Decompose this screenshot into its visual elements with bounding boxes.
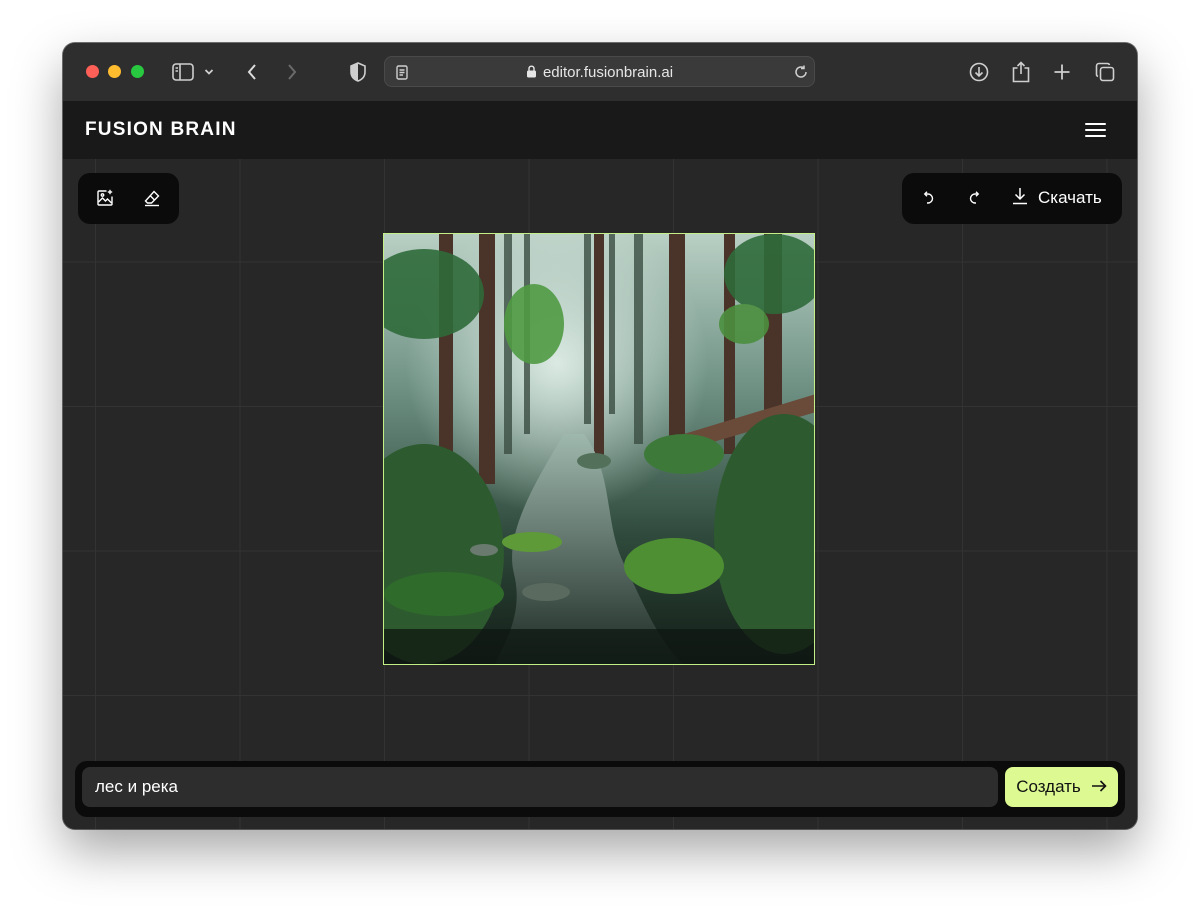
- tools-panel: [78, 173, 179, 224]
- back-icon[interactable]: [240, 60, 264, 84]
- lock-icon: [526, 65, 537, 82]
- close-window-button[interactable]: [86, 65, 99, 78]
- forest-river-image: [384, 234, 814, 664]
- actions-panel: Скачать: [902, 173, 1122, 224]
- browser-toolbar: editor.fusionbrain.ai: [63, 43, 1137, 102]
- url-display: editor.fusionbrain.ai: [385, 64, 814, 82]
- chevron-down-icon[interactable]: [202, 60, 216, 84]
- hamburger-menu-icon[interactable]: [1085, 121, 1107, 139]
- download-button[interactable]: Скачать: [1012, 186, 1102, 210]
- generated-image[interactable]: [383, 233, 815, 665]
- share-icon[interactable]: [1009, 60, 1033, 84]
- create-button[interactable]: Создать: [1005, 767, 1118, 807]
- undo-icon[interactable]: [916, 186, 940, 210]
- eraser-icon[interactable]: [140, 186, 164, 210]
- redo-icon[interactable]: [963, 186, 987, 210]
- maximize-window-button[interactable]: [131, 65, 144, 78]
- shield-icon[interactable]: [346, 60, 370, 84]
- forward-icon[interactable]: [280, 60, 304, 84]
- minimize-window-button[interactable]: [108, 65, 121, 78]
- download-icon: [1012, 187, 1028, 210]
- url-text: editor.fusionbrain.ai: [542, 64, 674, 81]
- add-image-icon[interactable]: [93, 186, 117, 210]
- tabs-overview-icon[interactable]: [1093, 60, 1117, 84]
- browser-window: editor.fusionbrain.ai FUSION BRAIN Скача…: [63, 43, 1137, 829]
- prompt-input[interactable]: [82, 767, 998, 807]
- new-tab-icon[interactable]: [1050, 60, 1074, 84]
- editor-canvas[interactable]: Скачать лес и река Создать: [63, 159, 1137, 829]
- sidebar-icon[interactable]: [171, 60, 195, 84]
- download-label: Скачать: [1038, 188, 1102, 207]
- logo[interactable]: FUSION BRAIN: [85, 119, 237, 141]
- arrow-right-icon: [1091, 777, 1107, 797]
- address-bar[interactable]: editor.fusionbrain.ai: [384, 56, 815, 87]
- reload-icon[interactable]: [789, 60, 813, 84]
- app-header: FUSION BRAIN: [63, 101, 1137, 159]
- create-label: Создать: [1016, 777, 1081, 796]
- prompt-bar: Создать: [75, 761, 1125, 817]
- download-icon[interactable]: [967, 60, 991, 84]
